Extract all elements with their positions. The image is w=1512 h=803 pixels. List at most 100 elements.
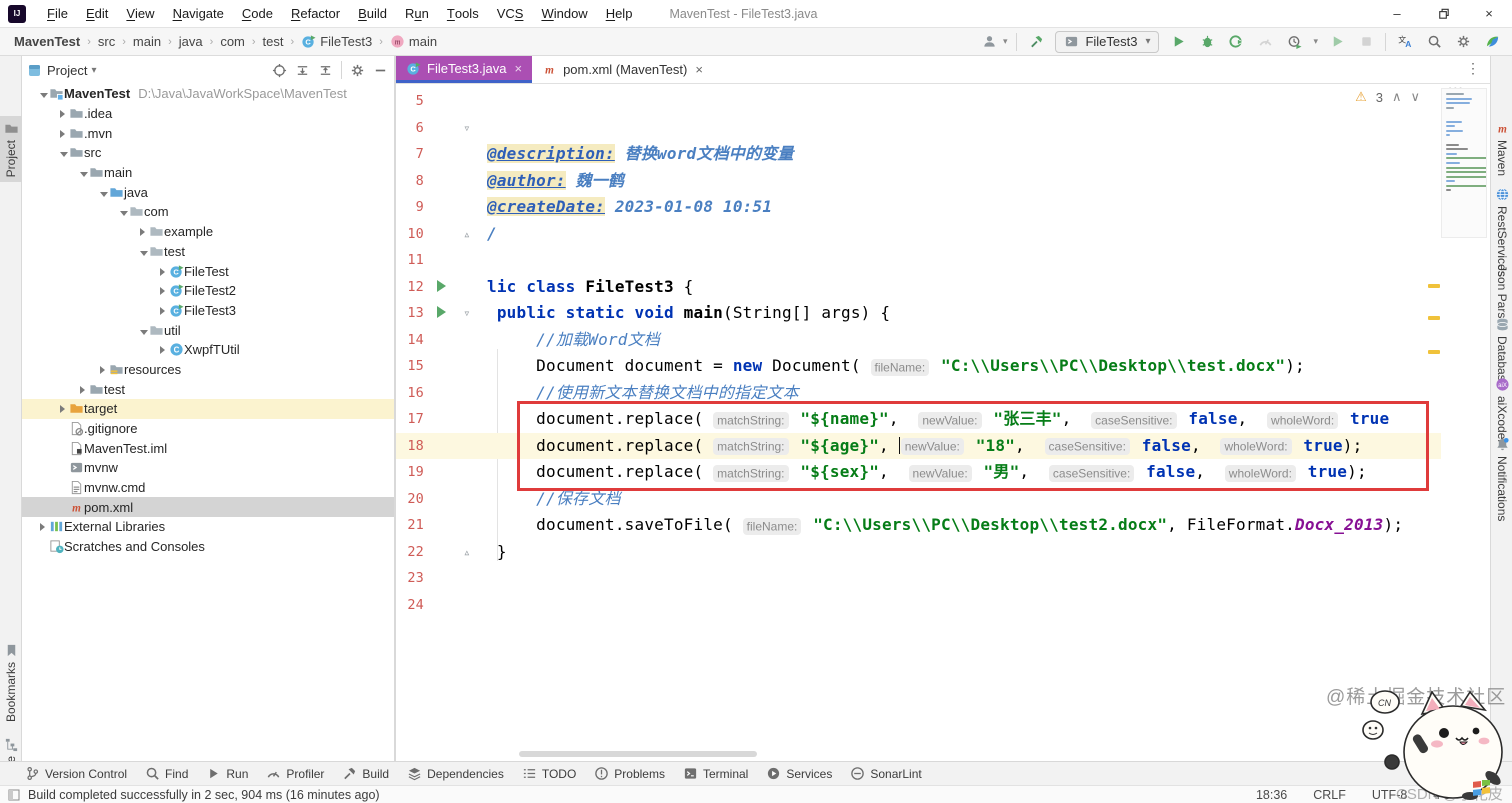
line-number[interactable]: 8	[396, 168, 424, 195]
status-panel-icon[interactable]	[8, 789, 20, 801]
menu-code[interactable]: Code	[233, 0, 282, 28]
line-number[interactable]: 13	[396, 300, 424, 327]
tree-item-test[interactable]: test	[22, 242, 394, 262]
tree-item--idea[interactable]: .idea	[22, 104, 394, 124]
code-line-12[interactable]: 12 lic class FileTest3 {	[396, 274, 1441, 301]
line-number[interactable]: 5	[396, 88, 424, 115]
chevron-right-icon[interactable]	[60, 106, 69, 121]
menu-run[interactable]: Run	[396, 0, 438, 28]
toolwindow-problems[interactable]: Problems	[587, 764, 672, 783]
tree-item-maventest-iml[interactable]: MavenTest.iml	[22, 438, 394, 458]
person-button[interactable]	[980, 32, 1000, 52]
menu-refactor[interactable]: Refactor	[282, 0, 349, 28]
fold-close-icon[interactable]: ▵	[458, 539, 476, 566]
coverage-button[interactable]	[1226, 32, 1246, 52]
run-configuration-select[interactable]: FileTest3 ▾	[1055, 30, 1160, 53]
breadcrumb-item-src[interactable]: src	[94, 33, 119, 50]
tree-item-scratches-and-consoles[interactable]: Scratches and Consoles	[22, 537, 394, 557]
chevron-right-icon[interactable]	[160, 283, 169, 298]
gear-button[interactable]	[350, 63, 365, 78]
chevron-down-icon[interactable]	[140, 323, 149, 338]
gear-button[interactable]	[1453, 32, 1473, 52]
gutter-line-17[interactable]: 17	[396, 406, 487, 433]
bug-button[interactable]	[1197, 32, 1217, 52]
code-line-10[interactable]: 10 ▵ /	[396, 221, 1441, 248]
tree-item--mvn[interactable]: .mvn	[22, 123, 394, 143]
code-line-16[interactable]: 16 //使用新文本替换文档中的指定文本	[396, 380, 1441, 407]
gutter-line-5[interactable]: 5	[396, 88, 487, 115]
chevron-down-icon[interactable]	[40, 86, 49, 101]
code-line-20[interactable]: 20 //保存文档	[396, 486, 1441, 513]
search-button[interactable]	[1424, 32, 1444, 52]
tree-item-filetest3[interactable]: C FileTest3	[22, 301, 394, 321]
line-number[interactable]: 10	[396, 221, 424, 248]
close-icon[interactable]: ×	[514, 61, 522, 76]
editor-tab-pom.xml[interactable]: m pom.xml (MavenTest) ×	[532, 56, 713, 83]
code-line-19[interactable]: 19 document.replace( matchString: "${sex…	[396, 459, 1441, 486]
gutter-line-21[interactable]: 21	[396, 512, 487, 539]
gutter-line-16[interactable]: 16	[396, 380, 487, 407]
chevron-down-icon[interactable]	[80, 165, 89, 180]
fold-open-icon[interactable]: ▿	[458, 300, 476, 327]
gutter-line-10[interactable]: 10 ▵	[396, 221, 487, 248]
chevron-down-icon[interactable]	[140, 244, 149, 259]
gutter-line-23[interactable]: 23	[396, 565, 487, 592]
tree-item-test[interactable]: test	[22, 379, 394, 399]
chevron-right-icon[interactable]	[160, 303, 169, 318]
hide-button[interactable]	[373, 63, 388, 78]
minimap[interactable]	[1441, 88, 1487, 238]
restore-button[interactable]	[1420, 0, 1466, 28]
chevron-down-icon[interactable]	[100, 185, 109, 200]
menu-vcs[interactable]: VC S	[488, 0, 533, 28]
status-widget-18-36[interactable]: 18:36	[1256, 788, 1287, 802]
line-number[interactable]: 15	[396, 353, 424, 380]
play-button[interactable]	[1327, 32, 1347, 52]
gutter-line-13[interactable]: 13 ▿	[396, 300, 487, 327]
code-line-11[interactable]: 11	[396, 247, 1441, 274]
tree-item-target[interactable]: target	[22, 399, 394, 419]
line-number[interactable]: 21	[396, 512, 424, 539]
project-panel-title[interactable]: Project	[47, 63, 87, 78]
code-line-13[interactable]: 13 ▿ public static void main(String[] arg…	[396, 300, 1441, 327]
breadcrumb-item-filetest3[interactable]: C FileTest3	[297, 33, 376, 50]
tree-item-util[interactable]: util	[22, 320, 394, 340]
tree-item-filetest2[interactable]: C FileTest2	[22, 281, 394, 301]
run-line-icon[interactable]	[424, 300, 458, 327]
stripe-tab-maven[interactable]: m Maven	[1491, 116, 1512, 181]
chevron-down-icon[interactable]	[60, 145, 69, 160]
breadcrumb-item-com[interactable]: com	[216, 33, 249, 50]
tab-options-icon[interactable]: ⋮	[1456, 56, 1490, 83]
profiler-button[interactable]	[1255, 32, 1275, 52]
play-button[interactable]	[1168, 32, 1188, 52]
close-icon[interactable]: ×	[695, 62, 703, 77]
gutter-line-12[interactable]: 12	[396, 274, 487, 301]
chevron-right-icon[interactable]	[60, 401, 69, 416]
menu-window[interactable]: Window	[532, 0, 596, 28]
chevron-down-icon[interactable]: ▾	[91, 65, 96, 76]
line-number[interactable]: 23	[396, 565, 424, 592]
stripe-tab-project[interactable]: Project	[0, 116, 22, 183]
tree-item-main[interactable]: main	[22, 163, 394, 183]
fold-close-icon[interactable]: ▵	[458, 221, 476, 248]
plugin-swirl-button[interactable]	[1482, 32, 1502, 52]
toolwindow-terminal[interactable]: Terminal	[676, 764, 755, 783]
stop-button[interactable]	[1356, 32, 1376, 52]
chevron-right-icon[interactable]	[160, 342, 169, 357]
status-widget-crlf[interactable]: CRLF	[1313, 788, 1346, 802]
warning-stripe-mark[interactable]	[1428, 350, 1440, 354]
breadcrumb-item-main[interactable]: main	[129, 33, 165, 50]
code-line-14[interactable]: 14 //加载Word文档	[396, 327, 1441, 354]
menu-build[interactable]: Build	[349, 0, 396, 28]
gutter-line-15[interactable]: 15	[396, 353, 487, 380]
menu-view[interactable]: View	[117, 0, 163, 28]
toolwindow-build[interactable]: Build	[335, 764, 396, 783]
status-message[interactable]: Build completed successfully in 2 sec, 9…	[28, 788, 380, 802]
code-line-17[interactable]: 17 document.replace( matchString: "${nam…	[396, 406, 1441, 433]
toolwindow-find[interactable]: Find	[138, 764, 195, 783]
expand-all-button[interactable]	[295, 63, 310, 78]
tree-item-maventest[interactable]: MavenTest D:\Java\JavaWorkSpace\MavenTest	[22, 84, 394, 104]
breadcrumb-item-main[interactable]: m main	[386, 33, 441, 50]
chevron-right-icon[interactable]	[100, 362, 109, 377]
menu-edit[interactable]: Edit	[77, 0, 117, 28]
stripe-tab-notifications[interactable]: Notifications	[1491, 432, 1512, 526]
